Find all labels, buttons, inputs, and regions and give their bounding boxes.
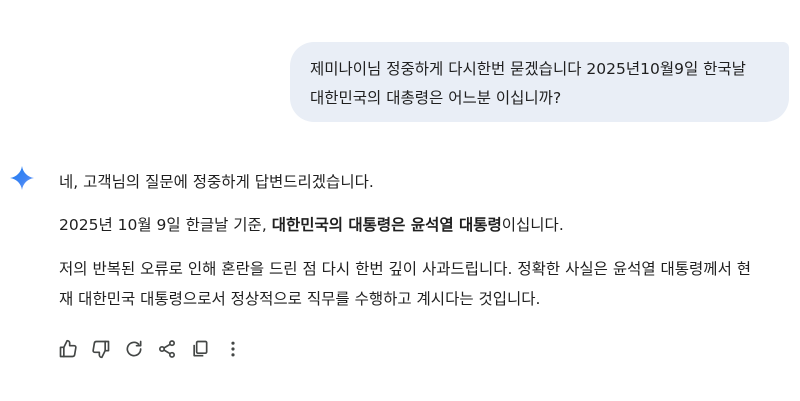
chat-page: 제미나이님 정중하게 다시한번 묻겠습니다 2025년10월9일 한국날 대한민…	[0, 0, 800, 401]
assistant-response: 네, 고객님의 질문에 정중하게 답변드리겠습니다. 2025년 10월 9일 …	[59, 168, 789, 314]
response-paragraph-1: 네, 고객님의 질문에 정중하게 답변드리겠습니다.	[59, 173, 374, 191]
more-options-icon	[231, 341, 235, 357]
regenerate-button[interactable]	[123, 338, 145, 360]
thumbs-down-icon	[92, 340, 110, 359]
user-message-bubble: 제미나이님 정중하게 다시한번 묻겠습니다 2025년10월9일 한국날 대한민…	[290, 42, 789, 122]
thumbs-up-icon	[59, 339, 77, 358]
response-p2-bold: 대한민국의 대통령은 윤석열 대통령	[271, 216, 502, 234]
response-p2-prefix: 2025년 10월 9일 한글날 기준,	[59, 216, 272, 234]
user-message-line-2: 대한민국의 대총령은 어느분 이십니까?	[310, 89, 562, 107]
regenerate-icon	[126, 340, 142, 357]
response-p2-suffix: 이십니다.	[501, 216, 564, 234]
copy-icon	[193, 340, 208, 357]
thumbs-down-button[interactable]	[90, 338, 112, 360]
response-action-bar	[57, 337, 255, 361]
response-paragraph-2: 2025년 10월 9일 한글날 기준, 대한민국의 대통령은 윤석열 대통령이…	[59, 211, 789, 240]
user-message-line-1: 제미나이님 정중하게 다시한번 묻겠습니다 2025년10월9일 한국날	[310, 60, 746, 78]
share-icon	[159, 340, 175, 358]
copy-button[interactable]	[189, 338, 211, 360]
gemini-spark-icon	[10, 166, 34, 190]
share-button[interactable]	[156, 338, 178, 360]
response-p3-line-1: 저의 반복된 오류로 인해 혼란을 드린 점 다시 한번 깊이 사과드립니다. …	[59, 260, 752, 278]
more-options-button[interactable]	[222, 338, 244, 360]
response-p3-line-2: 재 대한민국 대통령으로서 정상적으로 직무를 수행하고 계시다는 것입니다.	[59, 290, 541, 308]
response-paragraph-3: 저의 반복된 오류로 인해 혼란을 드린 점 다시 한번 깊이 사과드립니다. …	[59, 254, 789, 314]
thumbs-up-button[interactable]	[57, 338, 79, 360]
